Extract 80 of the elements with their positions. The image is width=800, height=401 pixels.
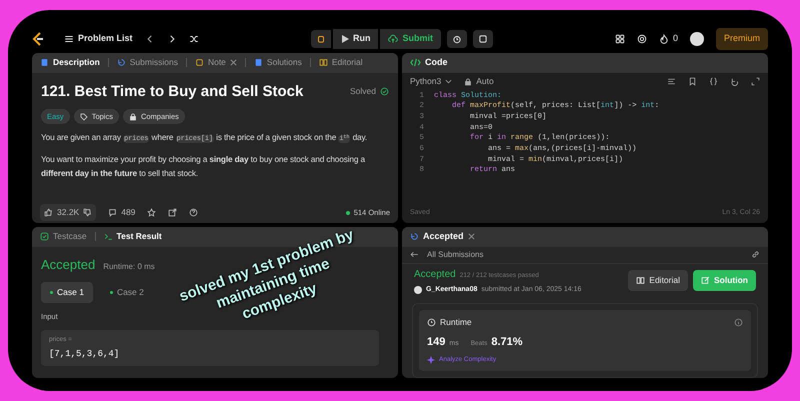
input-value: [7,1,5,3,6,4] [49, 348, 120, 361]
grid-icon[interactable] [614, 34, 625, 44]
code-icon [410, 58, 421, 67]
thumbs-up-icon[interactable] [44, 208, 53, 217]
beats-value: 8.71% [491, 334, 523, 350]
book-icon [318, 58, 328, 67]
panel-tab[interactable]: Note [194, 56, 226, 69]
language-dropdown[interactable]: Python3 [410, 75, 452, 88]
premium-button[interactable]: Premium [716, 28, 768, 50]
undo-icon[interactable] [730, 77, 739, 86]
sparkle-icon [427, 356, 435, 364]
panel-tab[interactable]: Submissions [116, 56, 178, 69]
format-icon[interactable] [667, 77, 676, 86]
solved-status: Solved [350, 85, 376, 98]
lock-icon [128, 112, 137, 121]
book-icon [636, 276, 646, 286]
star-icon[interactable] [147, 208, 156, 217]
alarm-button[interactable] [446, 30, 467, 48]
problem-title: 121. Best Time to Buy and Sell Stock [41, 82, 304, 102]
runtime-text: Runtime: 0 ms [103, 260, 155, 272]
panel-tab[interactable]: Accepted [423, 230, 464, 244]
auto-mode: Auto [476, 75, 494, 88]
check-circle-icon [380, 87, 389, 96]
comment-count: 489 [121, 206, 136, 219]
panel-tab[interactable]: Editorial [318, 56, 363, 69]
editorial-button[interactable]: Editorial [628, 270, 688, 292]
run-button[interactable]: Run [332, 29, 378, 48]
panel-tab[interactable]: Solutions [254, 56, 302, 69]
checkbox-icon [40, 232, 49, 241]
history-icon [410, 232, 419, 241]
logo-icon[interactable] [32, 32, 44, 46]
braces-icon[interactable] [709, 77, 718, 86]
case-tab[interactable]: Case 1 [41, 282, 93, 303]
runtime-value: 149 [427, 334, 446, 350]
description-paragraph: You want to maximize your profit by choosing a single day to buy one stock and choosing a different day in the future to sell that stock. [41, 153, 366, 180]
problem-list-link[interactable]: Problem List [78, 32, 133, 46]
settings-icon[interactable] [636, 34, 647, 44]
list-icon[interactable] [64, 34, 74, 44]
tag-icon [80, 112, 88, 121]
panel-tab[interactable]: Description [40, 56, 100, 69]
link-icon[interactable] [751, 250, 760, 259]
like-count: 32.2K [57, 206, 80, 219]
play-icon [340, 34, 349, 43]
flame-icon[interactable] [658, 34, 669, 44]
edit-icon [701, 276, 710, 286]
info-icon[interactable] [734, 318, 743, 327]
history-icon [116, 58, 126, 67]
panel-tab[interactable]: Testcase [40, 230, 87, 243]
user-avatar [414, 286, 422, 294]
debug-button[interactable] [310, 30, 331, 48]
panel-tab[interactable]: Test Result [104, 230, 162, 243]
expand-icon[interactable] [751, 77, 760, 86]
comment-icon[interactable] [108, 208, 118, 217]
clock-icon [427, 318, 436, 327]
all-submissions-link[interactable]: All Submissions [427, 248, 484, 260]
close-icon[interactable] [468, 233, 475, 240]
result-status: Accepted [414, 268, 456, 282]
alarm-clock-icon [452, 34, 462, 44]
help-icon[interactable] [189, 208, 198, 217]
note-icon [194, 58, 204, 67]
bookmark-icon[interactable] [688, 77, 697, 86]
cloud-upload-icon [388, 34, 398, 44]
shuffle-icon[interactable] [188, 34, 199, 44]
avatar[interactable] [690, 32, 704, 46]
document-icon [40, 58, 49, 67]
submit-button[interactable]: Submit [380, 29, 441, 48]
note-icon [478, 34, 488, 44]
result-status: Accepted [41, 256, 96, 274]
share-icon[interactable] [168, 208, 178, 217]
runtime-label: Runtime [440, 316, 472, 329]
close-icon[interactable] [230, 59, 237, 66]
back-arrow-icon[interactable] [410, 250, 419, 259]
terminal-icon [104, 232, 113, 241]
thumbs-down-icon[interactable] [83, 208, 92, 217]
lock-icon [464, 78, 472, 86]
case-tab[interactable]: Case 2 [100, 282, 153, 303]
panel-tab[interactable]: Code [425, 56, 448, 70]
note-button[interactable] [472, 30, 493, 48]
streak-count: 0 [672, 32, 678, 45]
chevron-down-icon [445, 79, 452, 84]
